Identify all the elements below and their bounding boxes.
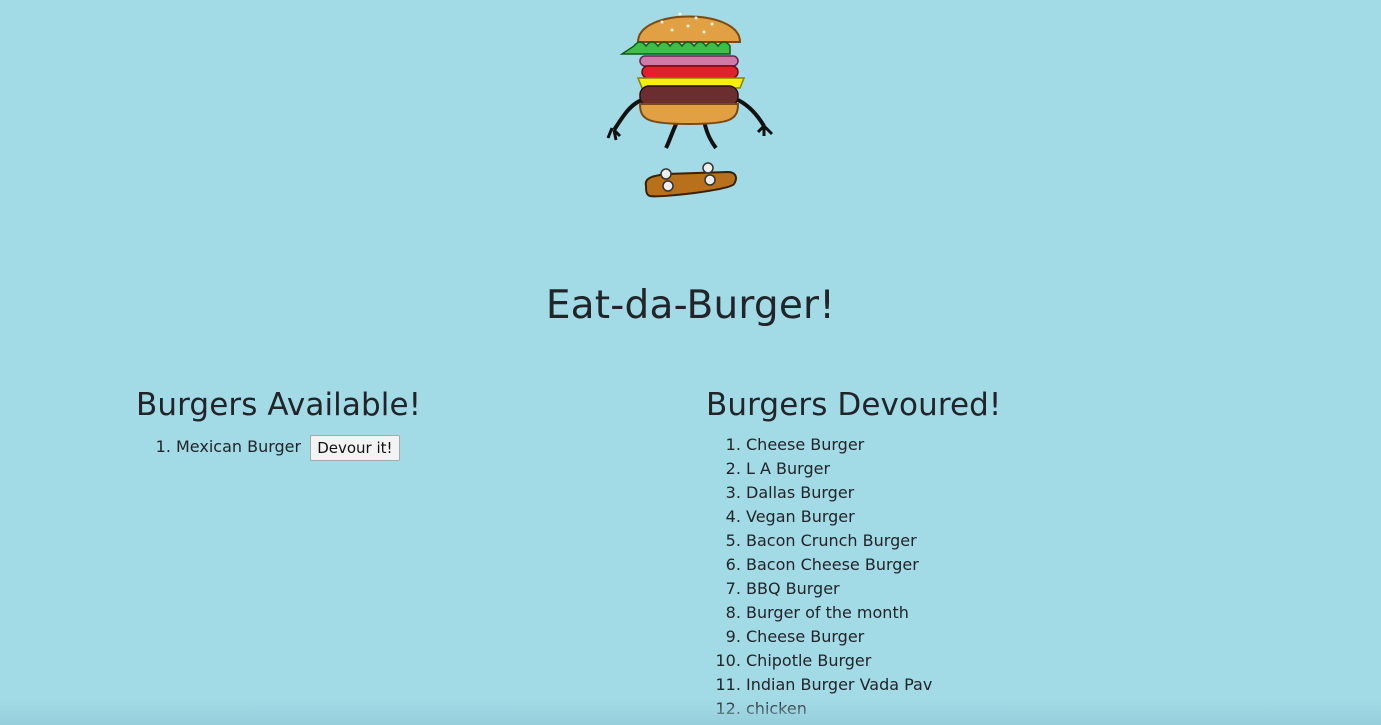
devoured-list: Cheese BurgerL A BurgerDallas BurgerVega…: [706, 433, 1001, 721]
page: Eat-da-Burger! Burgers Available! Mexica…: [0, 0, 1381, 725]
devoured-burger-item: BBQ Burger: [746, 577, 1001, 601]
devoured-burger-item: Vegan Burger: [746, 505, 1001, 529]
devoured-burger-item: Burger of the month: [746, 601, 1001, 625]
burger-name: Mexican Burger: [176, 437, 302, 456]
bottom-shade: [0, 699, 1381, 725]
devoured-burger-item: Cheese Burger: [746, 433, 1001, 457]
devoured-burger-item: Bacon Cheese Burger: [746, 553, 1001, 577]
skateboarding-burger-icon: [606, 12, 774, 198]
page-title: Eat-da-Burger!: [545, 283, 836, 328]
burgers-available-section: Burgers Available! Mexican Burger Devour…: [136, 387, 421, 461]
devour-button[interactable]: Devour it!: [310, 434, 400, 461]
available-list: Mexican Burger Devour it!: [136, 433, 421, 461]
devoured-burger-item: Bacon Crunch Burger: [746, 529, 1001, 553]
devoured-burger-item: L A Burger: [746, 457, 1001, 481]
burgers-available-heading: Burgers Available!: [136, 387, 422, 423]
burgers-devoured-section: Burgers Devoured! Cheese BurgerL A Burge…: [706, 387, 1001, 721]
burgers-devoured-heading: Burgers Devoured!: [706, 387, 1002, 423]
available-burger-item: Mexican Burger Devour it!: [176, 433, 421, 461]
devoured-burger-item: Chipotle Burger: [746, 649, 1001, 673]
devoured-burger-item: Dallas Burger: [746, 481, 1001, 505]
devoured-burger-item: chicken: [746, 697, 1001, 721]
devoured-burger-item: Cheese Burger: [746, 625, 1001, 649]
devoured-burger-item: Indian Burger Vada Pav: [746, 673, 1001, 697]
